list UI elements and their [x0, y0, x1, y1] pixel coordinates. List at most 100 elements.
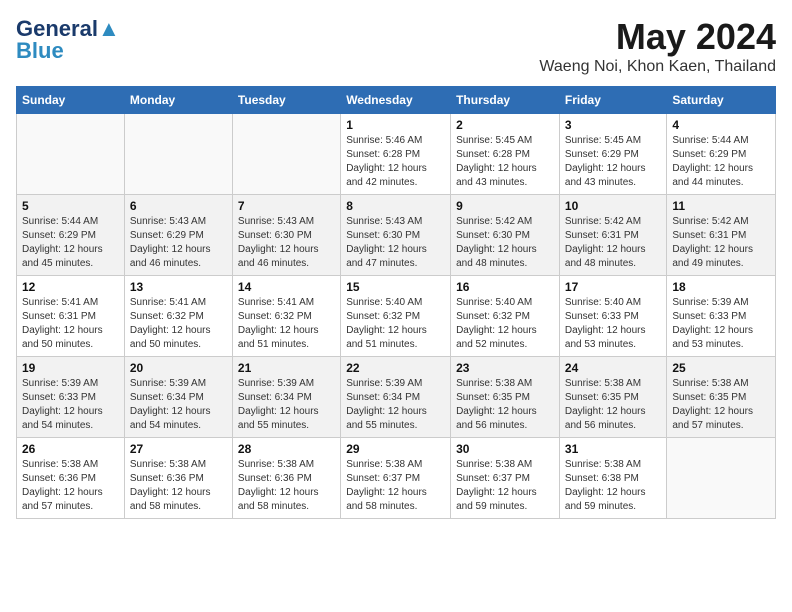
calendar-cell: 19 Sunrise: 5:39 AM Sunset: 6:33 PM Dayli…: [17, 357, 125, 438]
day-info: Sunrise: 5:43 AM Sunset: 6:29 PM Dayligh…: [130, 215, 227, 271]
day-info: Sunrise: 5:42 AM Sunset: 6:31 PM Dayligh…: [565, 215, 661, 271]
calendar-cell: 25Sunrise: 5:38 AM Sunset: 6:35 PM Dayli…: [667, 357, 776, 438]
day-number: 22: [346, 361, 445, 375]
calendar-cell: 21 Sunrise: 5:39 AM Sunset: 6:34 PM Dayli…: [232, 357, 340, 438]
calendar-cell: 27 Sunrise: 5:38 AM Sunset: 6:36 PM Dayli…: [124, 438, 232, 519]
day-number: 28: [238, 442, 335, 456]
weekday-header: Saturday: [667, 87, 776, 114]
day-number: 27: [130, 442, 227, 456]
title-block: May 2024 Waeng Noi, Khon Kaen, Thailand: [539, 16, 776, 76]
calendar-cell: 22 Sunrise: 5:39 AM Sunset: 6:34 PM Dayli…: [341, 357, 451, 438]
calendar-cell: 8Sunrise: 5:43 AM Sunset: 6:30 PM Daylig…: [341, 195, 451, 276]
calendar-cell: 28 Sunrise: 5:38 AM Sunset: 6:36 PM Dayli…: [232, 438, 340, 519]
day-info: Sunrise: 5:42 AM Sunset: 6:31 PM Dayligh…: [672, 215, 770, 271]
calendar-cell: 15 Sunrise: 5:40 AM Sunset: 6:32 PM Dayli…: [341, 276, 451, 357]
day-number: 3: [565, 118, 661, 132]
calendar-header: SundayMondayTuesdayWednesdayThursdayFrid…: [17, 87, 776, 114]
calendar-cell: 5Sunrise: 5:44 AM Sunset: 6:29 PM Daylig…: [17, 195, 125, 276]
day-number: 9: [456, 199, 554, 213]
day-info: Sunrise: 5:44 AM Sunset: 6:29 PM Dayligh…: [22, 215, 119, 271]
calendar-week-row: 12 Sunrise: 5:41 AM Sunset: 6:31 PM Dayli…: [17, 276, 776, 357]
calendar-cell: [232, 114, 340, 195]
calendar-cell: 14 Sunrise: 5:41 AM Sunset: 6:32 PM Dayli…: [232, 276, 340, 357]
day-info: Sunrise: 5:39 AM Sunset: 6:33 PM Dayligh…: [672, 296, 770, 352]
logo-blue: Blue: [16, 38, 64, 64]
day-number: 8: [346, 199, 445, 213]
weekday-header: Sunday: [17, 87, 125, 114]
weekday-header: Tuesday: [232, 87, 340, 114]
calendar-cell: 24Sunrise: 5:38 AM Sunset: 6:35 PM Dayli…: [559, 357, 666, 438]
day-number: 14: [238, 280, 335, 294]
calendar-cell: 6 Sunrise: 5:43 AM Sunset: 6:29 PM Daylig…: [124, 195, 232, 276]
day-info: Sunrise: 5:40 AM Sunset: 6:32 PM Dayligh…: [456, 296, 554, 352]
calendar-cell: 9 Sunrise: 5:42 AM Sunset: 6:30 PM Daylig…: [451, 195, 560, 276]
day-info: Sunrise: 5:41 AM Sunset: 6:32 PM Dayligh…: [238, 296, 335, 352]
weekday-header-row: SundayMondayTuesdayWednesdayThursdayFrid…: [17, 87, 776, 114]
calendar-cell: 18 Sunrise: 5:39 AM Sunset: 6:33 PM Dayli…: [667, 276, 776, 357]
weekday-header: Thursday: [451, 87, 560, 114]
logo: General▲ Blue: [16, 16, 120, 64]
day-number: 15: [346, 280, 445, 294]
day-info: Sunrise: 5:40 AM Sunset: 6:32 PM Dayligh…: [346, 296, 445, 352]
calendar-cell: [667, 438, 776, 519]
day-info: Sunrise: 5:39 AM Sunset: 6:34 PM Dayligh…: [346, 377, 445, 433]
calendar-week-row: 26 Sunrise: 5:38 AM Sunset: 6:36 PM Dayli…: [17, 438, 776, 519]
day-info: Sunrise: 5:43 AM Sunset: 6:30 PM Dayligh…: [238, 215, 335, 271]
day-info: Sunrise: 5:39 AM Sunset: 6:34 PM Dayligh…: [238, 377, 335, 433]
day-info: Sunrise: 5:39 AM Sunset: 6:33 PM Dayligh…: [22, 377, 119, 433]
day-info: Sunrise: 5:42 AM Sunset: 6:30 PM Dayligh…: [456, 215, 554, 271]
day-info: Sunrise: 5:44 AM Sunset: 6:29 PM Dayligh…: [672, 134, 770, 190]
day-info: Sunrise: 5:38 AM Sunset: 6:36 PM Dayligh…: [22, 458, 119, 514]
day-number: 13: [130, 280, 227, 294]
day-number: 31: [565, 442, 661, 456]
calendar-cell: 3Sunrise: 5:45 AM Sunset: 6:29 PM Daylig…: [559, 114, 666, 195]
calendar-cell: 4 Sunrise: 5:44 AM Sunset: 6:29 PM Daylig…: [667, 114, 776, 195]
day-number: 21: [238, 361, 335, 375]
day-number: 16: [456, 280, 554, 294]
calendar-table: SundayMondayTuesdayWednesdayThursdayFrid…: [16, 86, 776, 519]
day-info: Sunrise: 5:38 AM Sunset: 6:37 PM Dayligh…: [346, 458, 445, 514]
day-number: 26: [22, 442, 119, 456]
day-number: 2: [456, 118, 554, 132]
day-info: Sunrise: 5:41 AM Sunset: 6:31 PM Dayligh…: [22, 296, 119, 352]
calendar-week-row: 5Sunrise: 5:44 AM Sunset: 6:29 PM Daylig…: [17, 195, 776, 276]
day-number: 1: [346, 118, 445, 132]
day-info: Sunrise: 5:41 AM Sunset: 6:32 PM Dayligh…: [130, 296, 227, 352]
day-number: 6: [130, 199, 227, 213]
day-info: Sunrise: 5:38 AM Sunset: 6:37 PM Dayligh…: [456, 458, 554, 514]
day-number: 18: [672, 280, 770, 294]
calendar-week-row: 1Sunrise: 5:46 AM Sunset: 6:28 PM Daylig…: [17, 114, 776, 195]
calendar-cell: 26 Sunrise: 5:38 AM Sunset: 6:36 PM Dayli…: [17, 438, 125, 519]
day-number: 12: [22, 280, 119, 294]
day-info: Sunrise: 5:38 AM Sunset: 6:35 PM Dayligh…: [456, 377, 554, 433]
day-number: 24: [565, 361, 661, 375]
day-number: 23: [456, 361, 554, 375]
calendar-body: 1Sunrise: 5:46 AM Sunset: 6:28 PM Daylig…: [17, 114, 776, 519]
weekday-header: Friday: [559, 87, 666, 114]
calendar-cell: 20 Sunrise: 5:39 AM Sunset: 6:34 PM Dayli…: [124, 357, 232, 438]
day-info: Sunrise: 5:38 AM Sunset: 6:36 PM Dayligh…: [238, 458, 335, 514]
day-info: Sunrise: 5:38 AM Sunset: 6:36 PM Dayligh…: [130, 458, 227, 514]
day-info: Sunrise: 5:40 AM Sunset: 6:33 PM Dayligh…: [565, 296, 661, 352]
calendar-cell: 13 Sunrise: 5:41 AM Sunset: 6:32 PM Dayli…: [124, 276, 232, 357]
calendar-cell: 30 Sunrise: 5:38 AM Sunset: 6:37 PM Dayli…: [451, 438, 560, 519]
day-info: Sunrise: 5:38 AM Sunset: 6:35 PM Dayligh…: [672, 377, 770, 433]
day-info: Sunrise: 5:39 AM Sunset: 6:34 PM Dayligh…: [130, 377, 227, 433]
subtitle: Waeng Noi, Khon Kaen, Thailand: [539, 58, 776, 76]
calendar-cell: 17Sunrise: 5:40 AM Sunset: 6:33 PM Dayli…: [559, 276, 666, 357]
calendar-cell: 12 Sunrise: 5:41 AM Sunset: 6:31 PM Dayli…: [17, 276, 125, 357]
day-number: 19: [22, 361, 119, 375]
day-number: 7: [238, 199, 335, 213]
calendar-cell: 11Sunrise: 5:42 AM Sunset: 6:31 PM Dayli…: [667, 195, 776, 276]
day-number: 4: [672, 118, 770, 132]
page-header: General▲ Blue May 2024 Waeng Noi, Khon K…: [16, 16, 776, 76]
calendar-cell: 2Sunrise: 5:45 AM Sunset: 6:28 PM Daylig…: [451, 114, 560, 195]
day-number: 30: [456, 442, 554, 456]
calendar-week-row: 19 Sunrise: 5:39 AM Sunset: 6:33 PM Dayli…: [17, 357, 776, 438]
day-number: 20: [130, 361, 227, 375]
weekday-header: Monday: [124, 87, 232, 114]
weekday-header: Wednesday: [341, 87, 451, 114]
day-info: Sunrise: 5:38 AM Sunset: 6:38 PM Dayligh…: [565, 458, 661, 514]
day-number: 10: [565, 199, 661, 213]
calendar-cell: 16 Sunrise: 5:40 AM Sunset: 6:32 PM Dayli…: [451, 276, 560, 357]
